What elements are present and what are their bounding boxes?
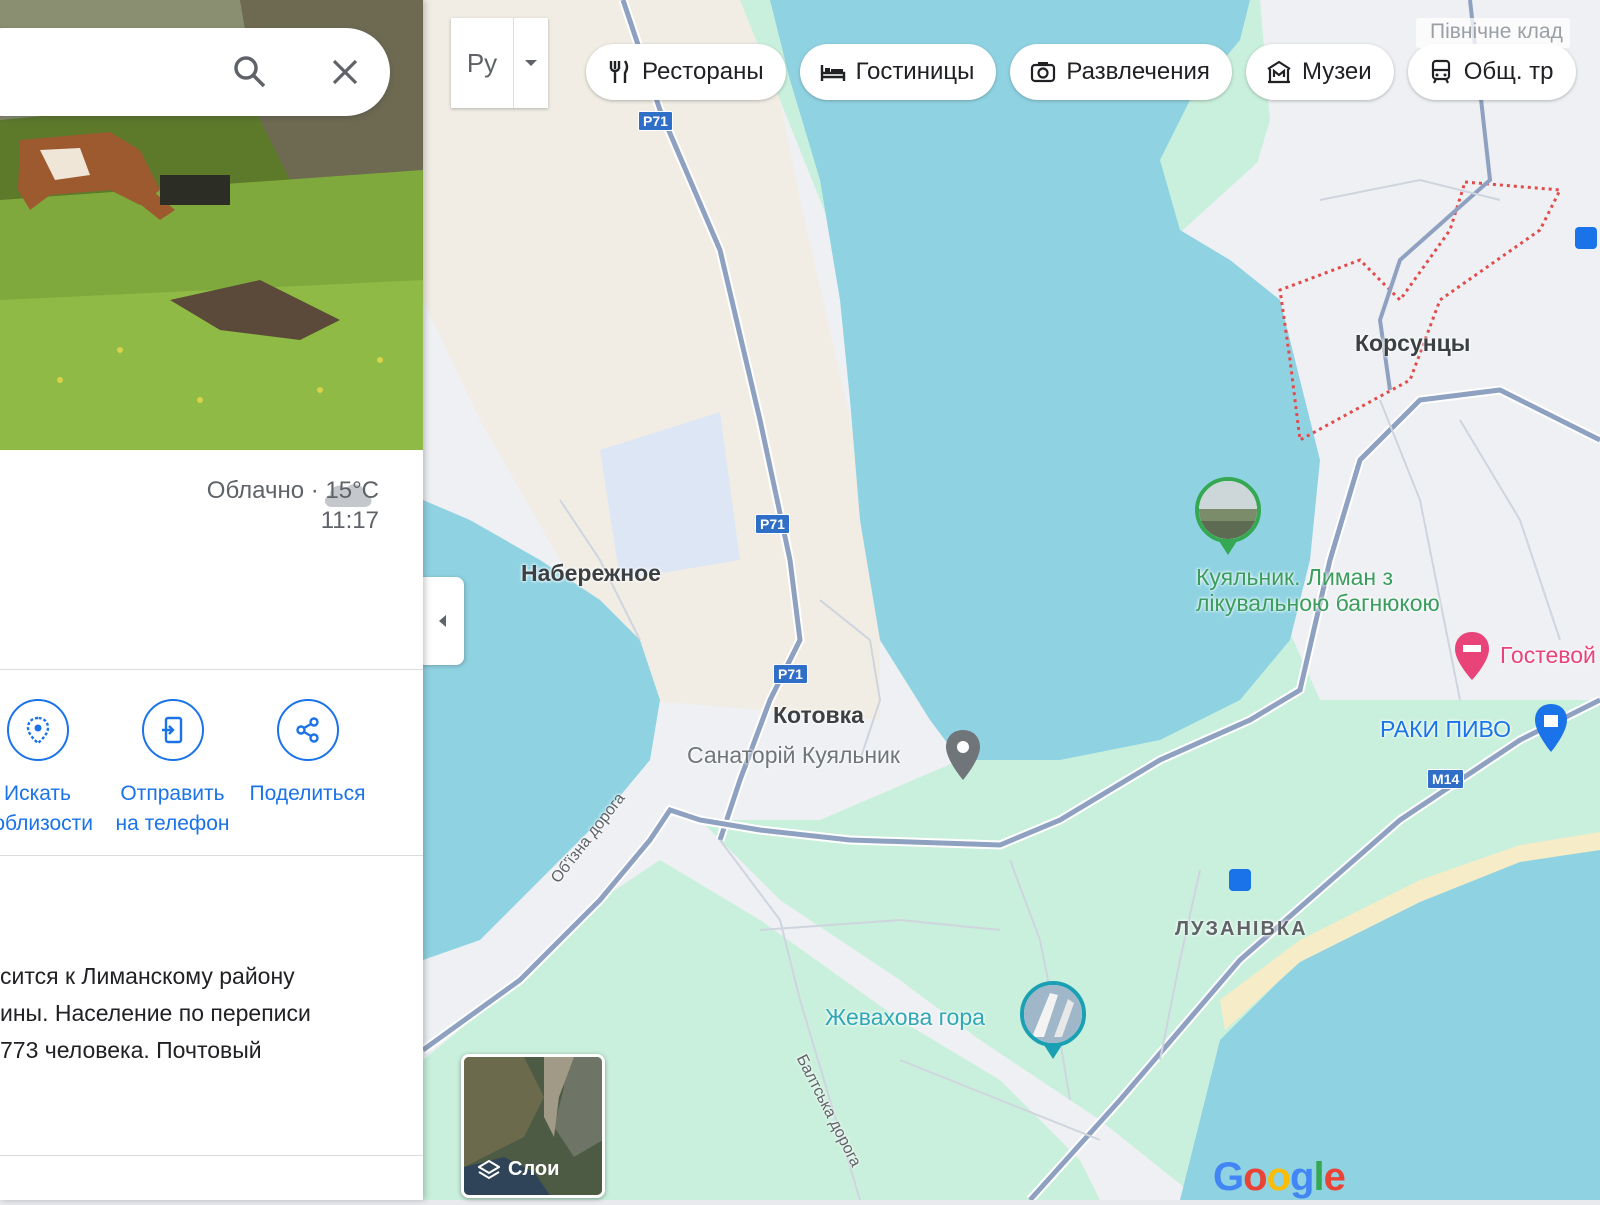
shopping-pin-icon[interactable] [1533,702,1569,759]
share-icon [276,699,339,761]
chip-transit[interactable]: Общ. тр [1407,44,1576,100]
chip-restaurants[interactable]: Рестораны [586,44,786,100]
description-line: ины. Население по переписи [0,1000,311,1026]
place-sanatorium[interactable]: Санаторій Куяльник [687,742,900,769]
send-to-phone-icon [141,699,204,761]
chip-label: Развлечения [1066,58,1210,85]
action-label: Искать [3,782,71,805]
divider [0,855,423,856]
museum-icon [1267,60,1291,84]
chip-label: Гостиницы [855,58,975,85]
place-raki-pivo[interactable]: РАКИ ПИВО [1380,716,1511,743]
chip-entertainment[interactable]: Развлечения [1010,44,1232,100]
collapse-panel-button[interactable] [420,577,464,665]
place-kuyalnik-line1: Куяльник. Лиман з [1196,564,1394,590]
weather-condition: Облачно · 15°C [206,477,379,504]
search-icon[interactable] [228,50,272,94]
language-toggle-button[interactable]: Pу [451,18,548,108]
place-side-panel: Облачно · 15°C 11:17 Искать поблизости О… [0,0,423,1200]
map-pin-icon[interactable] [944,728,982,787]
weather-time: 11:17 [320,507,379,534]
place-guest-house[interactable]: Гостевой [1500,642,1596,669]
chip-label: Рестораны [642,58,764,85]
chip-hotels[interactable]: Гостиницы [799,44,997,100]
send-to-phone-button[interactable]: Отправить на телефон [105,699,240,839]
photo-pin-tail [1219,541,1237,555]
place-kuyalnik-line2: лікувальною багнюкою [1196,590,1440,616]
place-kuyalnik[interactable]: Куяльник. Лиман з лікувальною багнюкою [1196,564,1440,616]
language-label: Pу [451,18,514,108]
action-buttons: Искать поблизости Отправить на телефон П… [0,699,375,839]
road-shield-p71: P71 [755,514,790,534]
category-chips: Рестораны Гостиницы Развлечения Музеи Об… [586,44,1576,100]
transit-icon [1431,59,1450,84]
layers-button[interactable]: Слои [461,1054,605,1198]
place-description: сится к Лиманскому району ины. Население… [0,958,400,1069]
photo-pin-kuyalnik[interactable] [1195,477,1261,543]
share-button[interactable]: Поделиться [240,699,375,839]
nearby-button[interactable]: Искать поблизости [0,699,105,839]
chip-label: Общ. тр [1463,58,1554,85]
place-naberezhnoe[interactable]: Набережное [521,560,661,587]
camera-icon [1031,62,1056,83]
place-luzanivka[interactable]: ЛУЗАНІВКА [1175,918,1308,941]
road-shield-p71: P71 [638,111,673,131]
divider [0,669,423,670]
place-kotovka[interactable]: Котовка [773,702,864,729]
close-icon[interactable] [323,50,367,94]
photo-pin-tail [1044,1045,1062,1059]
search-bar[interactable] [0,28,390,116]
layers-icon [478,1159,500,1179]
nearby-icon [6,699,69,761]
road-shield-m14: M14 [1427,769,1465,789]
chip-label: Музеи [1301,58,1372,85]
place-korsuntsy[interactable]: Корсунцы [1355,330,1470,357]
action-label: Поделиться [249,782,366,805]
weather-info: Облачно · 15°C 11:17 [207,476,379,536]
train-station-icon[interactable] [1229,869,1251,891]
action-label: Отправить [120,782,225,805]
description-line: 773 человека. Почтовый [0,1037,262,1063]
road-shield-p71: P71 [773,664,808,684]
action-label: на телефон [115,812,230,835]
northern-cemetery-label: Північне клад [1416,18,1570,48]
bus-stop-icon[interactable] [1575,227,1597,249]
hotel-icon [820,65,845,81]
hotel-pin-icon[interactable] [1453,630,1491,687]
chevron-left-icon [439,615,446,627]
layers-label: Слои [508,1158,560,1180]
place-hero-photo[interactable] [0,0,423,450]
chevron-down-icon[interactable] [514,18,548,108]
restaurant-icon [609,60,629,83]
photo-pin-zhevakhova[interactable] [1020,981,1086,1047]
description-line: сится к Лиманскому району [0,963,295,989]
place-zhevakhova[interactable]: Жевахова гора [825,1004,985,1030]
divider [0,1155,423,1156]
chip-museums[interactable]: Музеи [1245,44,1394,100]
action-label: поблизости [0,812,94,835]
google-logo: Google [1213,1155,1346,1199]
